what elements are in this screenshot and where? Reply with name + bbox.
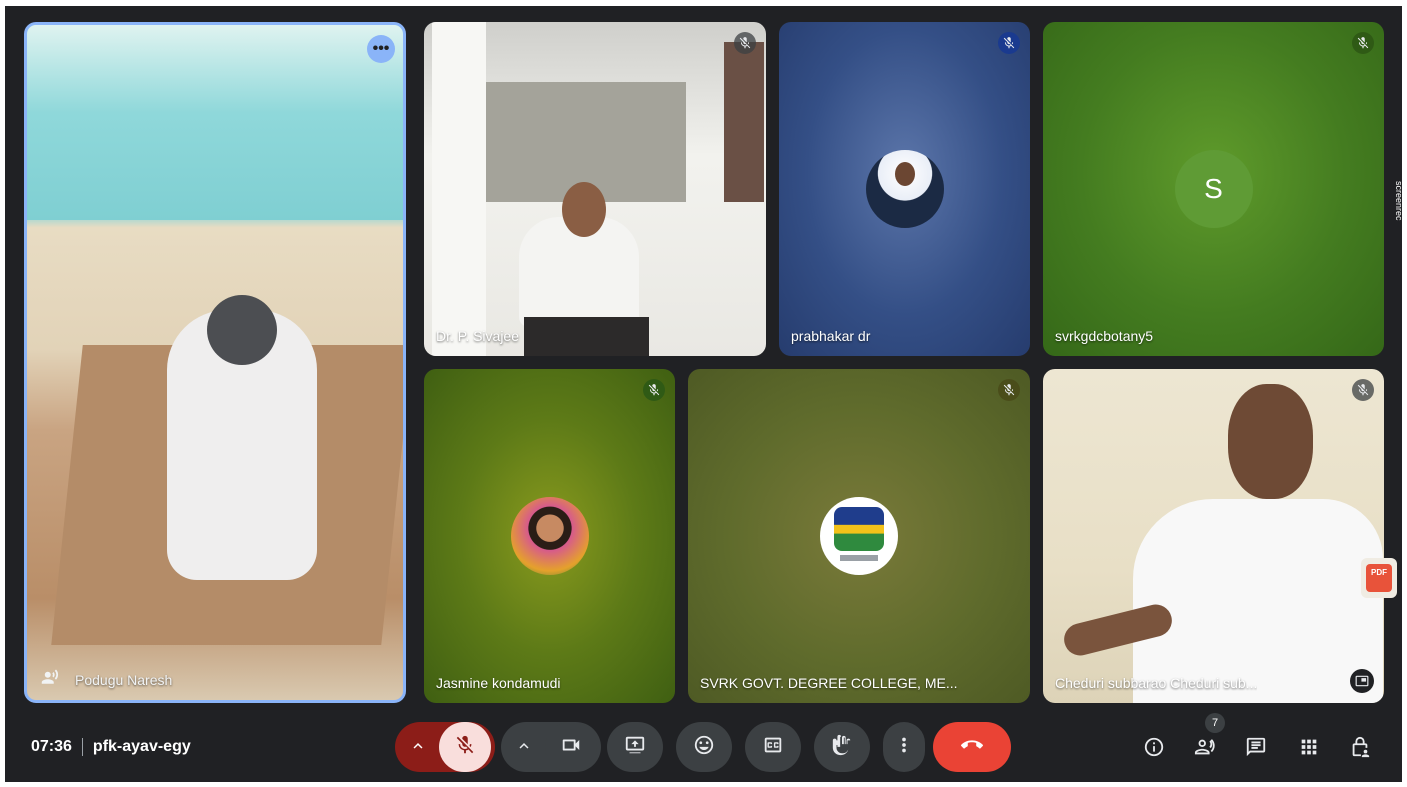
emoji-icon: [693, 734, 715, 761]
captions-icon: [762, 734, 784, 761]
chat-icon: [1245, 736, 1267, 763]
video-door: [724, 42, 764, 202]
mic-off-icon: [454, 734, 476, 761]
hand-icon: [831, 734, 853, 761]
captions-button[interactable]: [745, 722, 801, 772]
meeting-code: pfk-ayav-egy: [92, 738, 191, 755]
info-icon: [1143, 736, 1165, 763]
pdf-icon[interactable]: PDF: [1361, 558, 1397, 598]
participant-name: prabhakar dr: [791, 328, 871, 344]
meeting-time: 07:36: [31, 738, 72, 755]
video-person-head: [1228, 384, 1313, 499]
meeting-details-button[interactable]: [1138, 733, 1170, 765]
participant-tile-subbarao[interactable]: Cheduri subbarao Cheduri sub...: [1043, 369, 1384, 703]
chevron-up-icon: [409, 737, 427, 760]
more-options-icon[interactable]: •••: [367, 35, 395, 63]
present-screen-button[interactable]: [607, 722, 663, 772]
video-person-head: [562, 182, 606, 237]
chat-button[interactable]: [1240, 733, 1272, 765]
mic-off-icon: [1352, 379, 1374, 401]
participant-tile-sivajee[interactable]: Dr. P. Sivajee: [424, 22, 766, 356]
mic-off-icon: [643, 379, 665, 401]
screenrec-watermark: screenrec: [1394, 181, 1402, 221]
people-icon: [1194, 736, 1216, 763]
pdf-label: PDF: [1371, 568, 1387, 577]
apps-icon: [1298, 736, 1320, 763]
divider: [81, 738, 83, 756]
mic-off-icon: [998, 379, 1020, 401]
host-controls-button[interactable]: [1344, 733, 1376, 765]
people-button[interactable]: [1189, 733, 1221, 765]
video-wall: [27, 25, 403, 220]
call-end-icon: [961, 734, 983, 761]
avatar: [865, 150, 944, 228]
activities-button[interactable]: [1293, 733, 1325, 765]
participant-name: svrkgdcbotany5: [1055, 328, 1154, 344]
participant-name: Podugu Naresh: [75, 672, 173, 688]
college-logo: [820, 497, 898, 575]
meet-window: ••• Podugu Naresh Dr. P. Sivajee prabhak…: [5, 6, 1402, 782]
chevron-up-icon: [515, 737, 533, 760]
mic-off-icon: [998, 32, 1020, 54]
mic-toggle-button[interactable]: [439, 722, 491, 772]
video-person-legs: [524, 317, 649, 356]
video-pillar: [432, 22, 486, 356]
present-icon: [624, 734, 646, 761]
camera-toggle-button[interactable]: [545, 722, 597, 772]
avatar: S: [1174, 150, 1253, 228]
participant-tile-college[interactable]: SVRK GOVT. DEGREE COLLEGE, ME...: [688, 369, 1030, 703]
participant-tile-botany[interactable]: S svrkgdcbotany5: [1043, 22, 1384, 356]
raise-hand-button[interactable]: [814, 722, 870, 772]
pip-icon[interactable]: [1350, 669, 1374, 693]
more-options-button[interactable]: [883, 722, 925, 772]
participant-tile-jasmine[interactable]: Jasmine kondamudi: [424, 369, 675, 703]
mic-off-icon: [1352, 32, 1374, 54]
participant-tile-naresh[interactable]: ••• Podugu Naresh: [24, 22, 406, 703]
participant-name: Cheduri subbarao Cheduri sub...: [1055, 675, 1258, 691]
speaking-indicator-icon: [41, 668, 59, 686]
video-person-head: [207, 295, 277, 365]
meeting-info: 07:36 pfk-ayav-egy: [31, 738, 191, 756]
video-person: [1133, 499, 1383, 703]
participant-name: SVRK GOVT. DEGREE COLLEGE, ME...: [700, 675, 958, 691]
participant-name: Jasmine kondamudi: [436, 675, 561, 691]
camera-icon: [560, 734, 582, 761]
participant-tile-prabhakar[interactable]: prabhakar dr: [779, 22, 1030, 356]
reactions-button[interactable]: [676, 722, 732, 772]
avatar: [510, 497, 589, 575]
participant-name: Dr. P. Sivajee: [436, 328, 520, 344]
leave-call-button[interactable]: [933, 722, 1011, 772]
mic-off-icon: [734, 32, 756, 54]
participants-count-badge: 7: [1205, 713, 1225, 733]
more-vert-icon: [893, 734, 915, 761]
lock-person-icon: [1349, 736, 1371, 763]
